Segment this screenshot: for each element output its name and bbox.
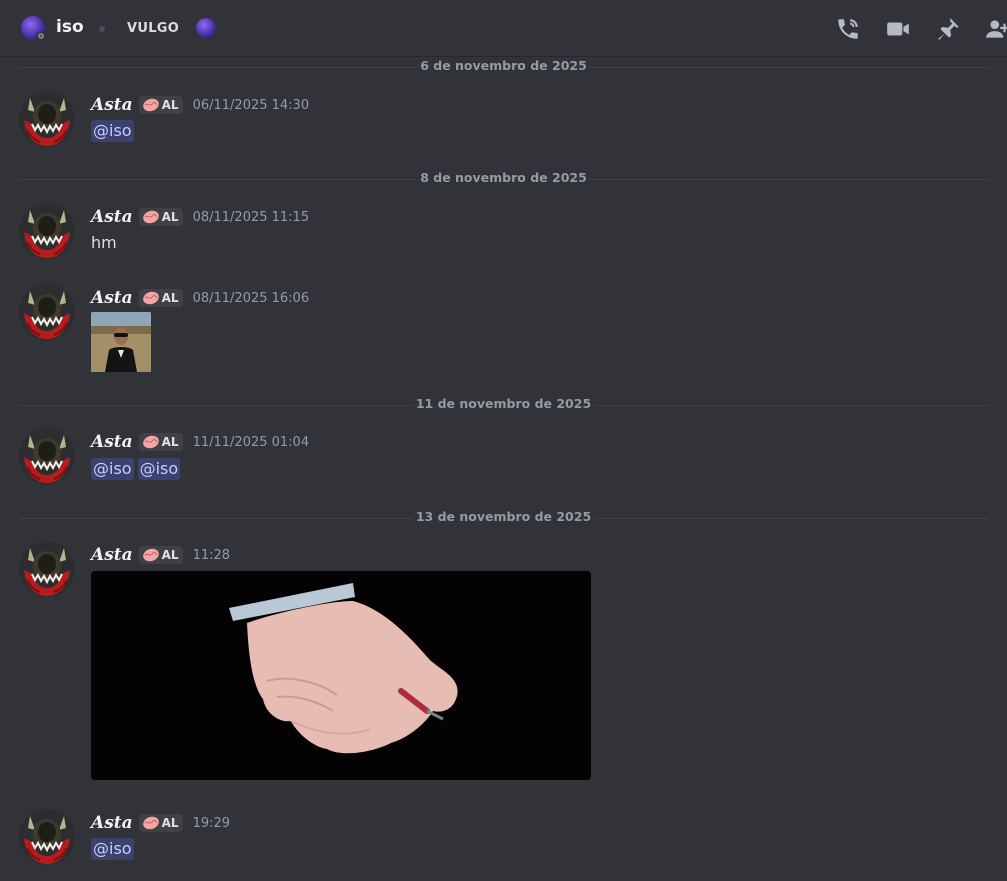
role-tag[interactable]: AL: [138, 289, 183, 307]
message-header: Asta AL 08/11/2025 11:15: [91, 207, 309, 227]
message-timestamp: 19:29: [192, 815, 231, 831]
brain-icon: [142, 98, 160, 112]
author-avatar[interactable]: [18, 90, 76, 148]
date-divider: 8 de novembro de 2025: [0, 170, 1007, 185]
role-tag[interactable]: AL: [138, 546, 183, 564]
author-name[interactable]: Asta: [91, 432, 133, 452]
date-divider: 11 de novembro de 2025: [0, 396, 1007, 411]
role-tag[interactable]: AL: [138, 96, 183, 114]
user-mention[interactable]: @iso: [137, 458, 181, 480]
author-avatar[interactable]: [18, 427, 76, 485]
message-header: Asta AL 06/11/2025 14:30: [91, 95, 309, 115]
message-timestamp: 11/11/2025 01:04: [192, 434, 310, 450]
user-mention[interactable]: @iso: [91, 458, 134, 480]
role-tag[interactable]: AL: [138, 433, 183, 451]
author-name[interactable]: Asta: [91, 545, 133, 565]
brain-icon: [142, 291, 160, 305]
phone-call-icon[interactable]: [835, 16, 861, 42]
role-tag[interactable]: AL: [138, 208, 183, 226]
author-name[interactable]: Asta: [91, 288, 133, 308]
image-attachment[interactable]: [91, 571, 591, 780]
user-mention[interactable]: @iso: [91, 120, 134, 142]
separator-dot: [99, 26, 105, 32]
message-timestamp: 08/11/2025 16:06: [192, 290, 310, 306]
user-mention[interactable]: @iso: [91, 838, 134, 860]
server-tag-icon: [196, 18, 216, 38]
video-camera-icon[interactable]: [885, 16, 911, 42]
image-attachment[interactable]: [91, 312, 151, 372]
message-header: Asta AL 11/11/2025 01:04: [91, 432, 309, 452]
author-avatar[interactable]: [18, 283, 76, 341]
message-timestamp: 11:28: [192, 547, 231, 563]
brain-icon: [142, 548, 160, 562]
message-header: Asta AL 11:28: [91, 545, 230, 565]
channel-header: iso VULGO: [0, 0, 1007, 57]
brain-icon: [142, 210, 160, 224]
server-tag[interactable]: VULGO: [127, 21, 179, 36]
message-text: hm: [91, 233, 117, 252]
brain-icon: [142, 816, 160, 830]
message-header: Asta AL 19:29: [91, 813, 230, 833]
status-indicator-icon: [36, 31, 46, 41]
message-content: @iso: [91, 120, 138, 142]
author-name[interactable]: Asta: [91, 95, 133, 115]
author-avatar[interactable]: [18, 202, 76, 260]
message-header: Asta AL 08/11/2025 16:06: [91, 288, 309, 308]
brain-icon: [142, 435, 160, 449]
author-avatar[interactable]: [18, 540, 76, 598]
message-content: @iso: [91, 838, 138, 860]
add-friends-icon[interactable]: [985, 16, 1007, 42]
author-name[interactable]: Asta: [91, 207, 133, 227]
role-tag[interactable]: AL: [138, 814, 183, 832]
author-name[interactable]: Asta: [91, 813, 133, 833]
date-divider: 13 de novembro de 2025: [0, 509, 1007, 524]
message-content: @iso @iso: [91, 458, 184, 480]
date-divider: 6 de novembro de 2025: [0, 58, 1007, 73]
pin-icon[interactable]: [935, 16, 961, 42]
author-avatar[interactable]: [18, 808, 76, 866]
message-timestamp: 08/11/2025 11:15: [192, 209, 310, 225]
message-timestamp: 06/11/2025 14:30: [192, 97, 310, 113]
channel-name[interactable]: iso: [56, 17, 84, 37]
